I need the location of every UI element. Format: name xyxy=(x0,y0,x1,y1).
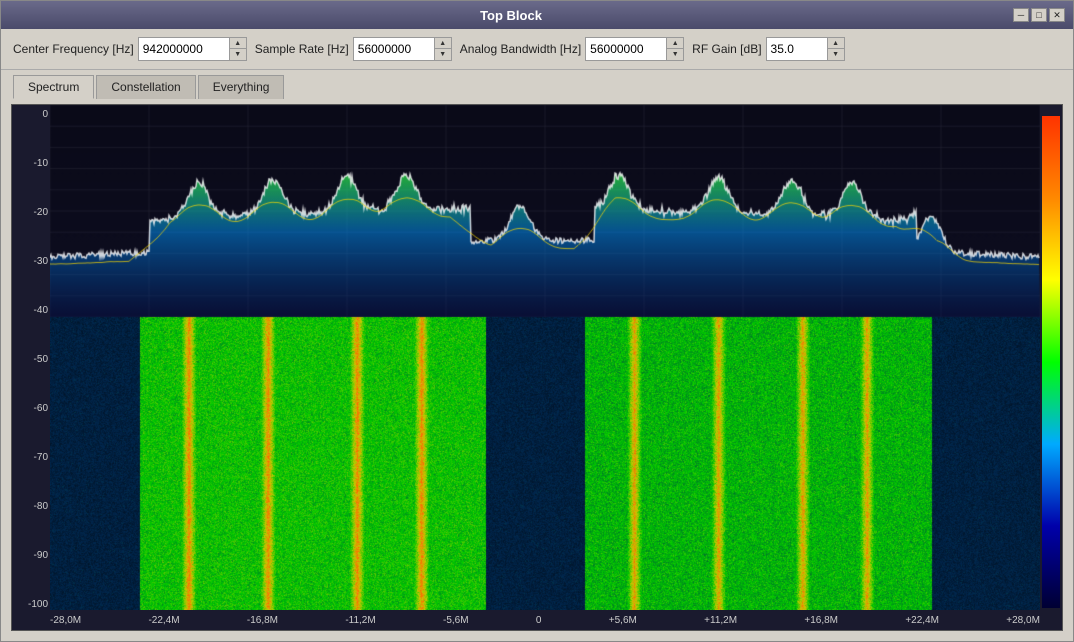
rf-gain-spinbox: ▲ ▼ xyxy=(766,37,845,61)
y-label-60: -60 xyxy=(14,403,48,414)
x-label-n224: -22,4M xyxy=(148,615,179,626)
analog-bw-spinbox: ▲ ▼ xyxy=(585,37,684,61)
rf-gain-input[interactable] xyxy=(767,38,827,60)
sample-rate-group: Sample Rate [Hz] ▲ ▼ xyxy=(255,37,452,61)
rf-gain-up-button[interactable]: ▲ xyxy=(828,38,844,49)
center-freq-spinbox-buttons: ▲ ▼ xyxy=(229,38,246,60)
y-label-100: -100 xyxy=(14,599,48,610)
y-label-40: -40 xyxy=(14,305,48,316)
window-controls: ─ □ ✕ xyxy=(1013,8,1065,22)
minimize-button[interactable]: ─ xyxy=(1013,8,1029,22)
sample-rate-up-button[interactable]: ▲ xyxy=(435,38,451,49)
y-label-50: -50 xyxy=(14,354,48,365)
tab-constellation[interactable]: Constellation xyxy=(96,75,195,99)
analog-bw-down-button[interactable]: ▼ xyxy=(667,49,683,60)
maximize-button[interactable]: □ xyxy=(1031,8,1047,22)
x-label-p224: +22,4M xyxy=(905,615,939,626)
y-label-10: -10 xyxy=(14,158,48,169)
y-label-30: -30 xyxy=(14,256,48,267)
sample-rate-input[interactable] xyxy=(354,38,434,60)
x-label-p168: +16,8M xyxy=(804,615,838,626)
x-label-p112: +11,2M xyxy=(704,615,737,626)
center-freq-label: Center Frequency [Hz] xyxy=(13,42,134,56)
close-button[interactable]: ✕ xyxy=(1049,8,1065,22)
x-label-p28: +28,0M xyxy=(1006,615,1040,626)
spectrum-main: -28,0M -22,4M -16,8M -11,2M -5,6M 0 +5,6… xyxy=(50,105,1040,630)
main-content: 0 -10 -20 -30 -40 -50 -60 -70 -80 -90 -1… xyxy=(1,98,1073,641)
sample-rate-spinbox: ▲ ▼ xyxy=(353,37,452,61)
x-label-0: 0 xyxy=(536,615,542,626)
main-window: Top Block ─ □ ✕ Center Frequency [Hz] ▲ … xyxy=(0,0,1074,642)
y-label-90: -90 xyxy=(14,550,48,561)
x-label-n112: -11,2M xyxy=(345,615,375,626)
controls-bar: Center Frequency [Hz] ▲ ▼ Sample Rate [H… xyxy=(1,29,1073,70)
spectrum-canvas xyxy=(50,105,1040,610)
center-freq-down-button[interactable]: ▼ xyxy=(230,49,246,60)
rf-gain-spinbox-buttons: ▲ ▼ xyxy=(827,38,844,60)
sample-rate-label: Sample Rate [Hz] xyxy=(255,42,349,56)
spectrum-container: 0 -10 -20 -30 -40 -50 -60 -70 -80 -90 -1… xyxy=(11,104,1063,631)
analog-bw-spinbox-buttons: ▲ ▼ xyxy=(666,38,683,60)
x-label-n168: -16,8M xyxy=(247,615,278,626)
center-freq-spinbox: ▲ ▼ xyxy=(138,37,247,61)
y-label-0: 0 xyxy=(14,109,48,120)
window-title: Top Block xyxy=(9,8,1013,23)
colorbar xyxy=(1042,116,1060,608)
rf-gain-group: RF Gain [dB] ▲ ▼ xyxy=(692,37,844,61)
analog-bw-input[interactable] xyxy=(586,38,666,60)
analog-bw-group: Analog Bandwidth [Hz] ▲ ▼ xyxy=(460,37,684,61)
center-freq-up-button[interactable]: ▲ xyxy=(230,38,246,49)
y-label-20: -20 xyxy=(14,207,48,218)
x-label-n56: -5,6M xyxy=(443,615,469,626)
x-axis: -28,0M -22,4M -16,8M -11,2M -5,6M 0 +5,6… xyxy=(50,610,1040,630)
x-label-p56: +5,6M xyxy=(609,615,637,626)
center-freq-input[interactable] xyxy=(139,38,229,60)
rf-gain-label: RF Gain [dB] xyxy=(692,42,761,56)
y-label-70: -70 xyxy=(14,452,48,463)
analog-bw-label: Analog Bandwidth [Hz] xyxy=(460,42,581,56)
rf-gain-down-button[interactable]: ▼ xyxy=(828,49,844,60)
y-axis: 0 -10 -20 -30 -40 -50 -60 -70 -80 -90 -1… xyxy=(12,105,50,630)
analog-bw-up-button[interactable]: ▲ xyxy=(667,38,683,49)
tabs-bar: Spectrum Constellation Everything xyxy=(1,70,1073,98)
center-freq-group: Center Frequency [Hz] ▲ ▼ xyxy=(13,37,247,61)
sample-rate-spinbox-buttons: ▲ ▼ xyxy=(434,38,451,60)
x-label-n28: -28,0M xyxy=(50,615,81,626)
title-bar: Top Block ─ □ ✕ xyxy=(1,1,1073,29)
tab-everything[interactable]: Everything xyxy=(198,75,285,99)
tab-spectrum[interactable]: Spectrum xyxy=(13,75,94,99)
y-label-80: -80 xyxy=(14,501,48,512)
sample-rate-down-button[interactable]: ▼ xyxy=(435,49,451,60)
